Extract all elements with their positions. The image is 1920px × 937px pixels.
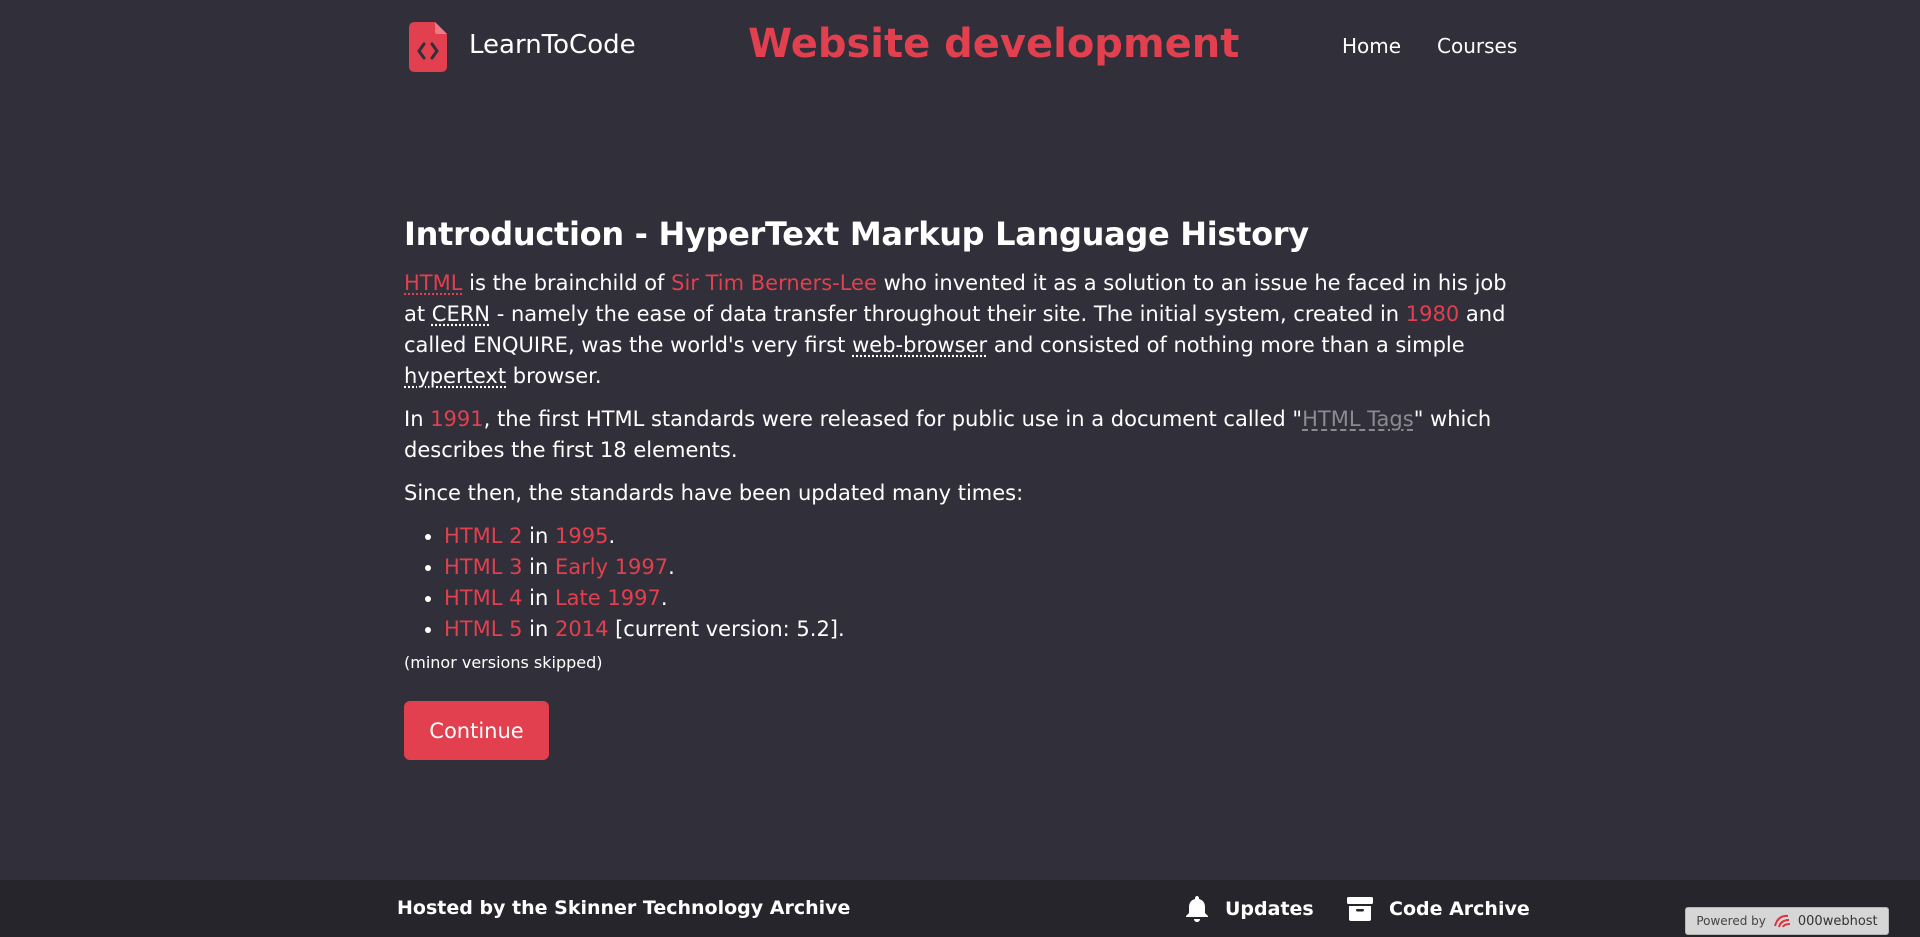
powered-by-text: Powered by	[1696, 914, 1766, 928]
page-title: Website development	[748, 21, 1240, 67]
code-archive-label: Code Archive	[1389, 898, 1530, 920]
archive-box-icon	[1347, 897, 1373, 921]
version-date: 1995	[554, 524, 609, 548]
text: is the brainchild of	[462, 271, 672, 295]
minor-versions-note: (minor versions skipped)	[404, 653, 603, 672]
continue-button[interactable]: Continue	[404, 701, 549, 760]
paragraph-updates: Since then, the standards have been upda…	[404, 481, 1024, 505]
code-file-icon[interactable]	[409, 22, 447, 72]
person-name: Sir Tim Berners-Lee	[671, 271, 877, 295]
host-name: 000webhost	[1797, 913, 1878, 929]
text: in	[522, 617, 555, 641]
html-tags-link[interactable]: HTML Tags	[1302, 407, 1414, 431]
text: browser.	[506, 364, 602, 388]
article-heading: Introduction - HyperText Markup Language…	[404, 215, 1309, 253]
updates-label: Updates	[1225, 898, 1314, 920]
web-browser-term[interactable]: web-browser	[852, 333, 987, 357]
hypertext-term[interactable]: hypertext	[404, 364, 506, 388]
cern-abbr[interactable]: CERN	[432, 302, 490, 326]
text: in	[522, 524, 555, 548]
text: In	[404, 407, 431, 431]
version-date: Early 1997	[554, 555, 669, 579]
hosted-by-text: Hosted by the Skinner Technology Archive	[397, 897, 851, 919]
version-name: HTML 3	[444, 555, 523, 579]
paragraph-intro: HTML is the brainchild of Sir Tim Berner…	[404, 268, 1524, 392]
text: .	[608, 524, 616, 548]
version-date: Late 1997	[554, 586, 661, 610]
text: .	[660, 586, 668, 610]
nav-courses-link[interactable]: Courses	[1437, 34, 1517, 58]
version-name: HTML 5	[444, 617, 523, 641]
bell-icon	[1186, 896, 1208, 922]
paragraph-1991: In 1991, the first HTML standards were r…	[404, 404, 1524, 466]
text: in	[522, 555, 555, 579]
code-archive-link[interactable]: Code Archive	[1347, 894, 1530, 924]
nav-home-link[interactable]: Home	[1342, 34, 1401, 58]
year-1980: 1980	[1405, 302, 1460, 326]
site-header: LearnToCode Website development Home Cou…	[0, 0, 1920, 92]
text: , the first HTML standards were released…	[483, 407, 1303, 431]
year-1991: 1991	[430, 407, 484, 431]
updates-link[interactable]: Updates	[1185, 894, 1314, 924]
version-name: HTML 4	[444, 586, 523, 610]
brand-name[interactable]: LearnToCode	[469, 30, 636, 60]
site-footer: Hosted by the Skinner Technology Archive…	[0, 880, 1920, 937]
text: .	[668, 555, 675, 579]
text: in	[522, 586, 555, 610]
powered-by-badge[interactable]: Powered by 000webhost	[1685, 907, 1889, 935]
text: - namely the ease of data transfer throu…	[490, 302, 1406, 326]
text: and consisted of nothing more than a sim…	[987, 333, 1465, 357]
version-date: 2014	[554, 617, 609, 641]
list-item: HTML 4 in Late 1997.	[444, 583, 1524, 614]
article: Introduction - HyperText Markup Language…	[404, 210, 1524, 672]
list-item: HTML 5 in 2014 [current version: 5.2].	[444, 614, 1524, 645]
text: [current version: 5.2].	[608, 617, 845, 641]
list-item: HTML 2 in 1995.	[444, 521, 1524, 552]
host-logo-icon	[1773, 914, 1790, 928]
version-name: HTML 2	[444, 524, 523, 548]
list-item: HTML 3 in Early 1997.	[444, 552, 1524, 583]
version-list: HTML 2 in 1995. HTML 3 in Early 1997. HT…	[404, 521, 1524, 645]
html-abbr[interactable]: HTML	[404, 271, 462, 295]
